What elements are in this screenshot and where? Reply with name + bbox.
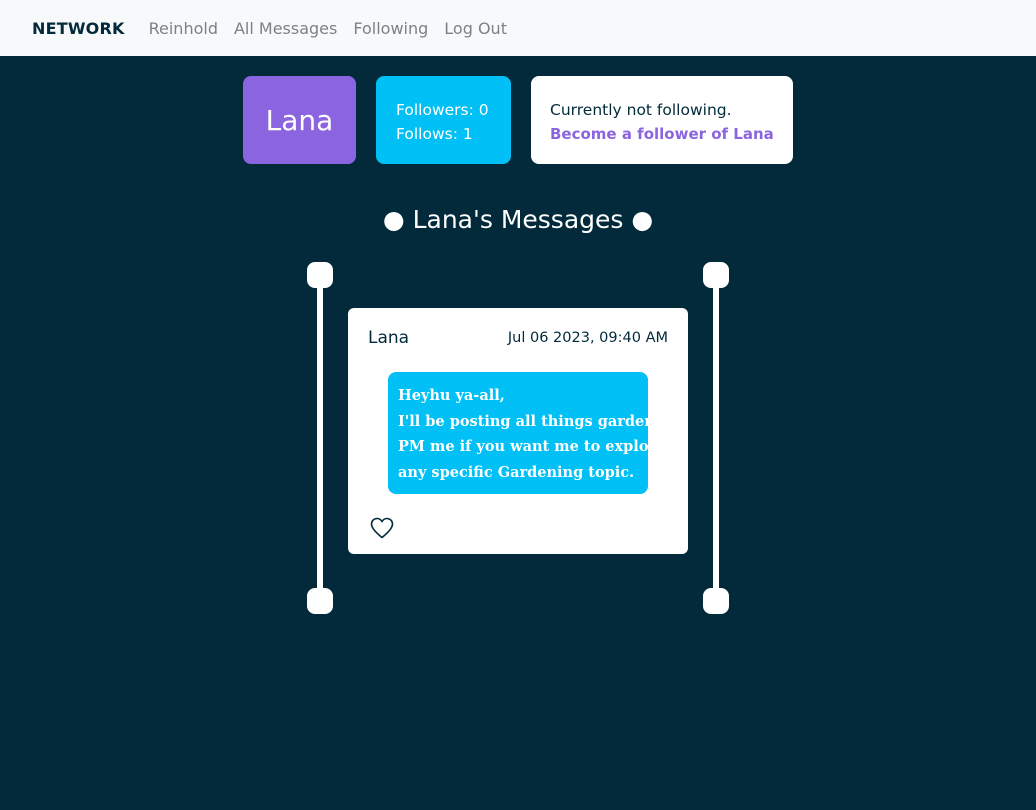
follow-status-box: Currently not following. Become a follow… <box>531 76 793 164</box>
profile-name: Lana <box>265 103 334 137</box>
message-timestamp: Jul 06 2023, 09:40 AM <box>507 330 668 346</box>
rail-cap-top <box>307 262 333 288</box>
nav-link-all-messages[interactable]: All Messages <box>234 19 337 38</box>
follow-status-text: Currently not following. <box>550 101 732 119</box>
navbar: NETWORK Reinhold All Messages Following … <box>0 0 1036 56</box>
follows-count: Follows: 1 <box>396 125 473 143</box>
message-card: Lana Jul 06 2023, 09:40 AM Heyhu ya-all,… <box>348 308 688 554</box>
rail-cap-bottom <box>703 588 729 614</box>
message-line: I'll be posting all things gardening. <box>398 412 687 430</box>
followers-count: Followers: 0 <box>396 101 489 119</box>
rail-line <box>713 272 719 602</box>
rail-cap-bottom <box>307 588 333 614</box>
like-button[interactable] <box>369 516 395 540</box>
brand-logo[interactable]: NETWORK <box>32 19 125 38</box>
nav-link-logout[interactable]: Log Out <box>444 19 507 38</box>
message-line: Heyhu ya-all, <box>398 387 505 404</box>
rail-line <box>317 272 323 602</box>
right-scroll-rail <box>703 262 729 614</box>
nav-link-profile[interactable]: Reinhold <box>149 19 218 38</box>
heart-outline-icon <box>370 517 394 539</box>
message-author[interactable]: Lana <box>368 328 409 348</box>
left-scroll-rail <box>307 262 333 614</box>
follow-counts-box: Followers: 0 Follows: 1 <box>376 76 511 164</box>
nav-link-following[interactable]: Following <box>353 19 428 38</box>
message-body: Heyhu ya-all, I'll be posting all things… <box>388 372 687 494</box>
message-line: any specific Gardening topic. <box>398 463 635 481</box>
profile-name-box: Lana <box>243 76 356 164</box>
rail-cap-top <box>703 262 729 288</box>
message-line: PM me if you want me to explore <box>398 438 666 455</box>
messages-heading: ● Lana's Messages ● <box>382 205 654 234</box>
follow-button[interactable]: Become a follower of Lana <box>550 122 793 146</box>
